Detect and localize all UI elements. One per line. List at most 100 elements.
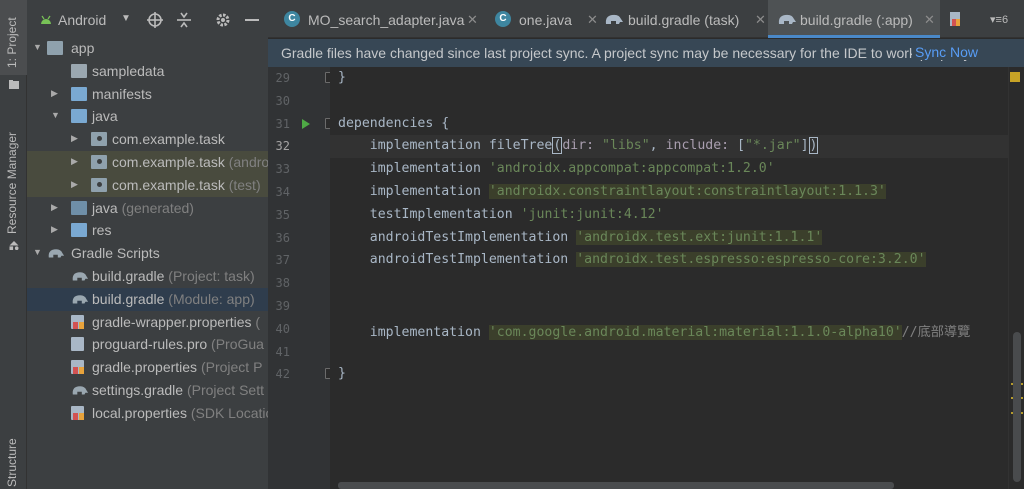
- tree-item[interactable]: ▶ manifests: [27, 83, 268, 106]
- folder-icon: [71, 63, 87, 78]
- tree-item-hint: (andro: [224, 153, 268, 170]
- tab-build-gradle-app[interactable]: build.gradle (:app) ✕: [768, 0, 940, 38]
- editor-tab-bar: C MO_search_adapter.java ✕ C one.java ✕ …: [268, 0, 1024, 38]
- tree-item[interactable]: build.gradle (Module: app): [27, 287, 268, 311]
- collapsed-arrow-icon[interactable]: ▶: [51, 202, 61, 214]
- expanded-arrow-icon[interactable]: ▼: [33, 247, 43, 259]
- horizontal-scrollbar[interactable]: [338, 482, 894, 489]
- tab-label: one.java: [519, 12, 572, 28]
- tree-item[interactable]: ▶ res: [27, 219, 268, 242]
- parameter-hint: include:: [665, 138, 738, 154]
- tree-item[interactable]: ▼ app: [27, 37, 268, 60]
- tree-item-label: proguard-rules.pro (ProGua: [92, 336, 264, 352]
- project-view-selector[interactable]: Android: [58, 12, 106, 28]
- code-line[interactable]: implementation 'com.google.android.mater…: [338, 321, 970, 340]
- tree-item-hint: (: [251, 313, 261, 330]
- tree-item[interactable]: ▼ Gradle Scripts: [27, 242, 268, 265]
- properties-file-icon: [71, 360, 84, 375]
- tab-mo-search-adapter[interactable]: C MO_search_adapter.java ✕: [268, 0, 478, 38]
- minimize-icon[interactable]: [245, 19, 259, 21]
- tree-item[interactable]: settings.gradle (Project Sett: [27, 379, 268, 402]
- collapsed-arrow-icon[interactable]: ▶: [71, 133, 81, 145]
- tree-item-hint: (SDK Locatio: [186, 404, 268, 421]
- code-editor[interactable]: } dependencies { implementation fileTree(…: [330, 67, 1008, 489]
- class-icon: C: [495, 11, 511, 27]
- file-icon: [71, 337, 84, 352]
- folder-icon: [71, 109, 87, 124]
- collapse-all-icon[interactable]: [177, 12, 191, 28]
- tree-item-hint: (ProGua: [207, 336, 264, 353]
- tool-window-strip: 1: Project Resource Manager Structure: [0, 0, 27, 489]
- close-icon[interactable]: ✕: [924, 12, 935, 28]
- properties-file-icon: [71, 314, 84, 329]
- gradle-file-icon[interactable]: [950, 12, 962, 26]
- collapsed-arrow-icon[interactable]: ▶: [71, 156, 81, 168]
- code-text: ]: [800, 138, 809, 154]
- code-line[interactable]: dependencies {: [338, 116, 449, 131]
- gradle-elephant-icon: [47, 246, 65, 260]
- tree-item-name: Gradle Scripts: [71, 245, 160, 262]
- gear-icon[interactable]: [215, 12, 231, 28]
- tab-overflow-button[interactable]: ▾≡6: [990, 13, 1008, 26]
- gradle-sync-banner: Gradle files have changed since last pro…: [268, 39, 1024, 67]
- code-text: }: [338, 70, 346, 85]
- package-icon: [91, 154, 107, 169]
- tree-item-name: com.example.task: [112, 176, 225, 193]
- tree-item-label: com.example.task: [112, 131, 225, 147]
- tree-item[interactable]: local.properties (SDK Locatio: [27, 402, 268, 425]
- code-line[interactable]: testImplementation 'junit:junit:4.12': [338, 207, 664, 222]
- vertical-scrollbar[interactable]: [1013, 332, 1021, 482]
- code-line[interactable]: }: [338, 70, 346, 85]
- code-line[interactable]: androidTestImplementation 'androidx.test…: [338, 229, 823, 245]
- tree-item-label: java: [92, 108, 118, 124]
- tree-item-label: com.example.task (test): [112, 177, 261, 193]
- tree-item[interactable]: ▶ java (generated): [27, 197, 268, 220]
- tab-overflow-count: 6: [1001, 14, 1009, 26]
- code-line[interactable]: implementation fileTree(dir: "libs", inc…: [338, 137, 819, 155]
- code-text: dependencies {: [338, 115, 450, 131]
- tree-item[interactable]: gradle.properties (Project P: [27, 356, 268, 379]
- generated-folder-icon: [71, 200, 87, 215]
- code-line[interactable]: }: [338, 366, 346, 381]
- tab-build-gradle-task[interactable]: build.gradle (task) ✕: [596, 0, 766, 38]
- resource-manager-tab[interactable]: Resource Manager: [0, 128, 27, 238]
- tree-item-name: local.properties: [92, 404, 187, 421]
- expanded-arrow-icon[interactable]: ▼: [51, 110, 61, 122]
- android-icon: [41, 15, 51, 24]
- project-tool-tab[interactable]: 1: Project: [0, 0, 27, 75]
- string-literal: 'androidx.test.ext:junit:1.1.1': [576, 229, 823, 245]
- tree-item-label: gradle.properties (Project P: [92, 359, 262, 375]
- banner-message: Gradle files have changed since last pro…: [281, 45, 974, 61]
- tree-item[interactable]: ▶ com.example.task: [27, 128, 268, 151]
- sync-now-link[interactable]: Sync Now: [912, 44, 1002, 60]
- tree-item-name: gradle-wrapper.properties: [92, 313, 252, 330]
- code-line[interactable]: implementation 'androidx.constraintlayou…: [338, 184, 886, 199]
- code-line[interactable]: androidTestImplementation 'androidx.test…: [338, 252, 926, 268]
- close-icon[interactable]: ✕: [755, 12, 766, 28]
- tree-item[interactable]: build.gradle (Project: task): [27, 265, 268, 288]
- locate-target-icon[interactable]: [147, 12, 163, 28]
- tree-item-label: gradle-wrapper.properties (: [92, 314, 260, 330]
- tree-item-name: manifests: [92, 85, 152, 102]
- chevron-down-icon[interactable]: ▼: [121, 13, 131, 24]
- collapsed-arrow-icon[interactable]: ▶: [51, 224, 61, 236]
- code-line[interactable]: implementation 'androidx.appcompat:appco…: [338, 161, 775, 176]
- tree-item[interactable]: ▶ com.example.task (andro: [27, 150, 268, 174]
- collapsed-arrow-icon[interactable]: ▶: [71, 179, 81, 191]
- tree-item[interactable]: proguard-rules.pro (ProGua: [27, 333, 268, 356]
- expanded-arrow-icon[interactable]: ▼: [33, 42, 43, 54]
- tree-item[interactable]: gradle-wrapper.properties (: [27, 311, 268, 334]
- code-text: implementation: [338, 184, 489, 199]
- tree-item-label: manifests: [92, 86, 152, 102]
- tab-one-java[interactable]: C one.java ✕: [480, 0, 598, 38]
- tree-item[interactable]: sampledata: [27, 60, 268, 83]
- close-icon[interactable]: ✕: [467, 12, 478, 28]
- tree-item[interactable]: ▶ com.example.task (test): [27, 173, 268, 197]
- tab-label: build.gradle (task): [628, 12, 740, 28]
- tree-item-hint: (Project: task): [164, 267, 255, 284]
- collapsed-arrow-icon[interactable]: ▶: [51, 88, 61, 100]
- run-gutter-icon[interactable]: [302, 118, 310, 129]
- warning-status-icon[interactable]: [1010, 72, 1020, 82]
- structure-tab[interactable]: Structure: [0, 430, 27, 489]
- tree-item[interactable]: ▼ java: [27, 105, 268, 128]
